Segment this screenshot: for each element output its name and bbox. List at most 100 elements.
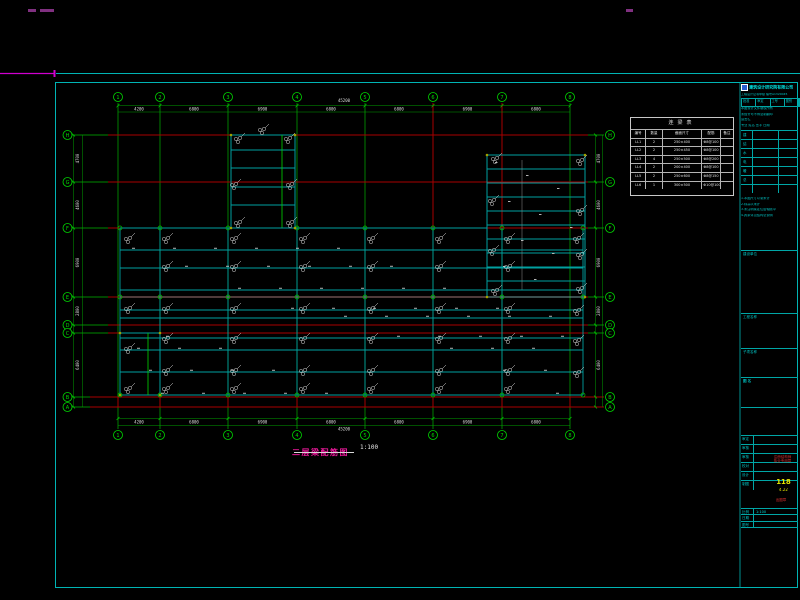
schedule-cell: 2 xyxy=(646,163,662,172)
sign-cell: 暖 xyxy=(741,166,753,175)
sign-cell xyxy=(753,175,779,184)
schedule-cell: 2 xyxy=(646,138,662,147)
box-divider xyxy=(741,377,798,378)
cert-line: 工程设计证书甲级 编号A1320045 xyxy=(741,93,798,96)
company-row: 建筑设计研究院有限公司 xyxy=(741,84,798,91)
box-divider xyxy=(741,348,798,349)
schedule-cell: LL4 xyxy=(631,163,646,172)
svg-text:3: 3 xyxy=(226,433,229,439)
sign-cell xyxy=(753,130,779,139)
sign-cell: 结 xyxy=(741,139,753,148)
schedule-header-cell: 截面尺寸 xyxy=(663,129,703,138)
schedule-cell: 250×600 xyxy=(663,172,703,181)
cad-canvas[interactable]: 4200420068006800690069006800680068006800… xyxy=(0,0,800,600)
box-divider xyxy=(741,250,798,251)
beam-schedule-table: 连梁表 编号数量截面尺寸配筋备注LL12250×400Φ8@100LL22250… xyxy=(630,117,734,196)
sign-cell: 电 xyxy=(741,157,753,166)
schedule-cell: Φ8@150 xyxy=(702,172,720,181)
box-label: 工程名称 xyxy=(741,315,800,319)
schedule-cell: Φ8@100 xyxy=(702,138,720,147)
schedule-cell: 1 xyxy=(646,181,662,190)
sign-cell xyxy=(753,139,779,148)
svg-text:D: D xyxy=(608,323,612,329)
svg-text:6800: 6800 xyxy=(189,419,199,424)
schedule-cell: 250×500 xyxy=(663,155,703,164)
sheet-date: 4.22 xyxy=(771,488,796,493)
svg-text:4: 4 xyxy=(295,95,298,101)
beam-lines xyxy=(120,135,585,395)
sign-cell xyxy=(779,148,798,157)
header-cells: 批准审定工号图别 xyxy=(741,98,800,107)
svg-text:1: 1 xyxy=(116,433,119,439)
red-stamp-text: 注册结构师执业专用章 xyxy=(768,455,797,463)
svg-text:6400: 6400 xyxy=(75,360,80,370)
section-symbols xyxy=(124,124,587,394)
schedule-cell: Φ8@100 xyxy=(702,163,720,172)
info-line: 专业 姓名 签字 日期 xyxy=(741,124,798,128)
sign-cell: 水 xyxy=(741,148,753,157)
svg-text:A: A xyxy=(608,405,612,411)
info-line: 未经许可不得复制翻印 xyxy=(741,113,798,117)
svg-text:E: E xyxy=(608,295,611,301)
sign-cell xyxy=(779,157,798,166)
column-nodes xyxy=(118,134,586,397)
svg-text:6: 6 xyxy=(431,95,434,101)
schedule-cell xyxy=(721,163,733,172)
box-divider xyxy=(741,313,798,314)
box-divider xyxy=(741,407,798,408)
svg-text:4700: 4700 xyxy=(75,153,80,163)
header-cell: 图别 xyxy=(785,99,799,106)
svg-text:8: 8 xyxy=(568,95,571,101)
svg-text:5: 5 xyxy=(363,433,366,439)
svg-text:6800: 6800 xyxy=(531,106,541,111)
sign-cell: 总 xyxy=(741,175,753,184)
box-label: 建设单位 xyxy=(741,252,800,256)
svg-text:6: 6 xyxy=(431,433,434,439)
dimension-lines xyxy=(72,104,603,426)
svg-text:2800: 2800 xyxy=(75,306,80,316)
svg-text:45200: 45200 xyxy=(338,427,351,432)
svg-text:6800: 6800 xyxy=(531,419,541,424)
plot-mark xyxy=(40,9,54,12)
box-label: 图 名 xyxy=(741,379,800,383)
red-label: 出图章 xyxy=(766,498,796,502)
svg-text:B: B xyxy=(66,395,70,401)
schedule-cell: 250×450 xyxy=(663,146,703,155)
svg-text:2: 2 xyxy=(158,433,161,439)
svg-text:7: 7 xyxy=(500,433,503,439)
title-underline xyxy=(294,452,354,453)
svg-text:C: C xyxy=(66,331,70,337)
svg-text:6900: 6900 xyxy=(258,106,268,111)
header-cell: 审定 xyxy=(756,99,770,106)
schedule-header-cell: 备注 xyxy=(721,129,733,138)
svg-text:4200: 4200 xyxy=(134,419,144,424)
schedule-cell: LL5 xyxy=(631,172,646,181)
note-line: 1.本图尺寸以毫米计 xyxy=(741,197,798,201)
svg-text:B: B xyxy=(608,395,612,401)
scale-label: 1:100 xyxy=(360,444,378,451)
sign-grid: 建结水电暖总 xyxy=(741,130,798,193)
svg-text:4600: 4600 xyxy=(596,200,601,210)
sign-cell xyxy=(779,130,798,139)
schedule-cell: LL1 xyxy=(631,138,646,147)
sign-cell: 建 xyxy=(741,130,753,139)
company-logo-icon xyxy=(741,84,748,91)
sign-cell xyxy=(741,184,753,193)
schedule-header-cell: 编号 xyxy=(631,129,646,138)
svg-text:4200: 4200 xyxy=(134,106,144,111)
schedule-cell: LL3 xyxy=(631,155,646,164)
sheet-number: 118 xyxy=(771,478,796,486)
svg-text:6800: 6800 xyxy=(394,106,404,111)
schedule-cell: 2 xyxy=(646,146,662,155)
info-line: 会签栏 xyxy=(741,118,798,122)
sign-cell xyxy=(779,184,798,193)
svg-text:5: 5 xyxy=(363,95,366,101)
note-line: 2.标高以米计 xyxy=(741,203,798,207)
svg-text:6900: 6900 xyxy=(75,257,80,267)
sign-cell xyxy=(753,148,779,157)
svg-text:A: A xyxy=(66,405,70,411)
plot-mark xyxy=(626,9,633,12)
svg-text:G: G xyxy=(66,180,70,186)
header-cell: 批准 xyxy=(742,99,756,106)
schedule-header-cell: 数量 xyxy=(646,129,662,138)
